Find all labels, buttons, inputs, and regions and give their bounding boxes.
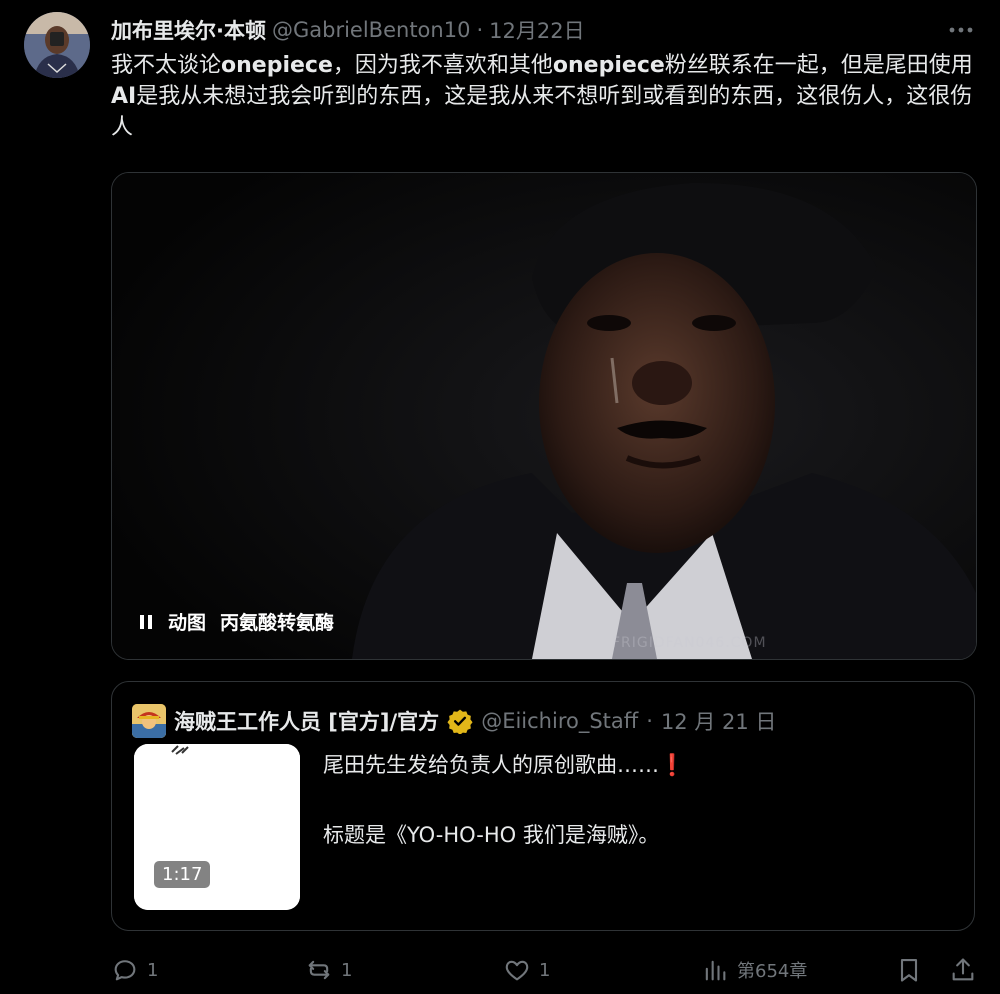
more-icon[interactable]: [948, 19, 974, 41]
tweet-action-bar: 1 1 1 第654章: [111, 956, 981, 986]
quoted-text-line-1: 尾田先生发给负责人的原创歌曲……: [323, 753, 659, 777]
tweet-text-part: AI: [111, 84, 137, 109]
tweet-media-gif[interactable]: 动图 丙氨酸转氨酶 FRIGIDFAN046.COM: [111, 172, 977, 660]
bookmark-icon: [900, 959, 918, 982]
video-watermark: FRIGIDFAN046.COM: [612, 635, 767, 651]
quoted-tweet-date[interactable]: 12 月 21 日: [661, 706, 776, 736]
author-display-name[interactable]: 加布里埃尔·本顿: [111, 15, 266, 45]
tweet-text: 我不太谈论onepiece，因为我不喜欢和其他onepiece粉丝联系在一起，但…: [111, 50, 981, 143]
tweet-date[interactable]: 12月22日: [489, 15, 584, 45]
quoted-author-handle[interactable]: @Eiichiro_Staff: [481, 709, 638, 733]
exclamation-emoji: ❗: [659, 753, 686, 777]
tweet-text-part: ，因为我不喜欢和其他: [332, 53, 553, 78]
quoted-tweet[interactable]: 海贼王工作人员 [官方]/官方 @Eiichiro_Staff · 12 月 2…: [111, 681, 975, 931]
bookmark-button[interactable]: [895, 956, 923, 984]
video-duration-badge: 1:17: [154, 861, 211, 888]
gif-frame-image: [112, 173, 976, 659]
author-handle[interactable]: @GabrielBenton10: [272, 18, 470, 42]
tweet-text-part: onepiece: [221, 53, 333, 78]
share-button[interactable]: [949, 956, 977, 984]
tweet-text-part: onepiece: [552, 53, 665, 78]
tweet-header: 加布里埃尔·本顿 @GabrielBenton10 · 12月22日: [111, 14, 585, 46]
verified-badge-icon: [447, 709, 473, 734]
alt-text-label[interactable]: 丙氨酸转氨酶: [220, 608, 334, 635]
views-count: 第654章: [737, 961, 808, 982]
quoted-header-separator: ·: [646, 709, 653, 733]
views-icon: [705, 960, 726, 981]
tweet-text-part: 是我从未想过我会听到的东西，这是我从来不想听到或看到的东西，这很伤人，这很伤人: [111, 84, 973, 140]
reply-icon: [114, 960, 136, 981]
tweet-text-part: 粉丝联系在一起，但是尾田使用: [664, 53, 973, 78]
like-icon: [505, 960, 529, 981]
reply-button[interactable]: 1: [111, 956, 158, 984]
views-button[interactable]: 第654章: [701, 956, 807, 984]
quoted-text-line-2: 标题是《YO-HO-HO 我们是海贼》。: [323, 823, 660, 847]
quoted-author-display-name[interactable]: 海贼王工作人员 [官方]/官方: [174, 706, 439, 736]
header-separator: ·: [476, 18, 484, 42]
quoted-tweet-header: 海贼王工作人员 [官方]/官方 @Eiichiro_Staff · 12 月 2…: [132, 704, 776, 738]
like-count: 1: [539, 959, 551, 981]
like-button[interactable]: 1: [503, 956, 550, 984]
repost-icon: [308, 960, 330, 980]
reply-count: 1: [147, 959, 159, 981]
author-avatar[interactable]: [24, 12, 90, 78]
repost-button[interactable]: 1: [305, 956, 352, 984]
quoted-tweet-text: 尾田先生发给负责人的原创歌曲……❗ 标题是《YO-HO-HO 我们是海贼》。: [323, 748, 943, 853]
gif-controls: 动图 丙氨酸转氨酶: [138, 608, 334, 635]
gif-label: 动图: [168, 612, 207, 634]
tweet-text-part: 我不太谈论: [111, 53, 222, 78]
pause-icon[interactable]: [138, 613, 154, 631]
quoted-video-thumbnail[interactable]: 1:17: [134, 744, 300, 910]
repost-count: 1: [341, 959, 353, 981]
share-icon: [952, 958, 974, 981]
quoted-author-avatar[interactable]: [132, 704, 166, 738]
